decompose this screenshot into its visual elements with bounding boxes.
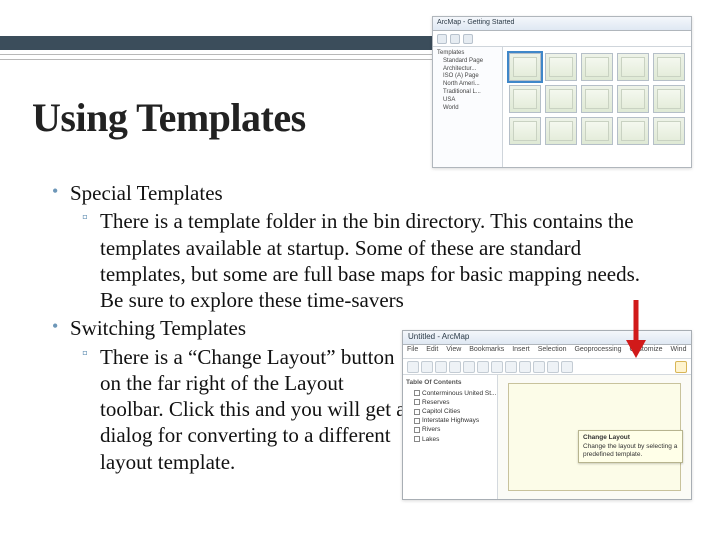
change-layout-button[interactable] <box>675 361 687 373</box>
template-thumb[interactable] <box>581 117 613 145</box>
template-gallery-window: ArcMap - Getting Started Templates Stand… <box>432 16 692 168</box>
arcmap-titlebar: Untitled - ArcMap <box>403 331 691 345</box>
sub-item: There is a template folder in the bin di… <box>70 208 668 313</box>
template-thumb[interactable] <box>617 85 649 113</box>
menu-item[interactable]: Insert <box>512 346 530 353</box>
map-canvas[interactable]: Change Layout Change the layout by selec… <box>498 375 691 499</box>
toolbar-button[interactable] <box>437 34 447 44</box>
gallery-titlebar: ArcMap - Getting Started <box>433 17 691 31</box>
table-of-contents: Table Of Contents Conterminous United St… <box>403 375 498 499</box>
arcmap-menubar: File Edit View Bookmarks Insert Selectio… <box>403 345 691 359</box>
tree-item[interactable]: Traditional L... <box>435 89 500 97</box>
template-thumb[interactable] <box>581 85 613 113</box>
template-thumb[interactable] <box>617 117 649 145</box>
tree-item[interactable]: World <box>435 105 500 113</box>
menu-item[interactable]: Bookmarks <box>469 346 504 353</box>
tree-item[interactable]: North Ameri... <box>435 81 500 89</box>
bullet-special-templates: Special Templates There is a template fo… <box>52 180 668 313</box>
arcmap-window: Untitled - ArcMap File Edit View Bookmar… <box>402 330 692 500</box>
menu-item[interactable]: File <box>407 346 418 353</box>
toolbar-button[interactable] <box>450 34 460 44</box>
template-thumb[interactable] <box>509 53 541 81</box>
layer-item[interactable]: Lakes <box>406 435 494 444</box>
menu-item[interactable]: View <box>446 346 461 353</box>
menu-item[interactable]: Edit <box>426 346 438 353</box>
template-thumb[interactable] <box>653 85 685 113</box>
menu-item[interactable]: Selection <box>538 346 567 353</box>
sub-text: There is a “Change Layout” button on the… <box>100 345 406 474</box>
layer-item[interactable]: Interstate Highways <box>406 416 494 425</box>
template-thumb[interactable] <box>509 85 541 113</box>
tree-item[interactable]: Templates <box>435 50 500 58</box>
tooltip-body: Change the layout by selecting a predefi… <box>583 443 678 459</box>
bullet-label: Special Templates <box>70 181 223 205</box>
layer-item[interactable]: Rivers <box>406 425 494 434</box>
template-thumb[interactable] <box>617 53 649 81</box>
template-thumb[interactable] <box>509 117 541 145</box>
change-layout-tooltip: Change Layout Change the layout by selec… <box>578 430 683 463</box>
gallery-grid <box>503 47 691 167</box>
toolbar-button[interactable] <box>505 361 517 373</box>
layout-toolbar <box>403 359 691 375</box>
toolbar-button[interactable] <box>491 361 503 373</box>
tree-item[interactable]: ISO (A) Page <box>435 73 500 81</box>
toolbar-button[interactable] <box>407 361 419 373</box>
template-thumb[interactable] <box>545 53 577 81</box>
template-thumb[interactable] <box>545 85 577 113</box>
menu-item[interactable]: Customize <box>629 346 662 353</box>
toolbar-button[interactable] <box>463 34 473 44</box>
toolbar-button[interactable] <box>463 361 475 373</box>
layer-item[interactable]: Reserves <box>406 398 494 407</box>
template-thumb[interactable] <box>545 117 577 145</box>
template-thumb[interactable] <box>653 117 685 145</box>
tree-item[interactable]: USA <box>435 97 500 105</box>
toolbar-button[interactable] <box>533 361 545 373</box>
toolbar-button[interactable] <box>477 361 489 373</box>
toolbar-button[interactable] <box>561 361 573 373</box>
toolbar-button[interactable] <box>421 361 433 373</box>
toolbar-button[interactable] <box>435 361 447 373</box>
toolbar-button[interactable] <box>449 361 461 373</box>
template-thumb[interactable] <box>653 53 685 81</box>
data-frame[interactable]: Conterminous United St... <box>406 389 494 398</box>
tooltip-title: Change Layout <box>583 434 678 442</box>
sub-item: There is a “Change Layout” button on the… <box>70 344 410 475</box>
toolbar-button[interactable] <box>547 361 559 373</box>
menu-item[interactable]: Geoprocessing <box>574 346 621 353</box>
sub-text: There is a template folder in the bin di… <box>100 209 640 312</box>
layer-item[interactable]: Capitol Cities <box>406 407 494 416</box>
page-title: Using Templates <box>32 94 306 141</box>
tree-item[interactable]: Standard Page <box>435 58 500 66</box>
gallery-toolbar <box>433 31 691 47</box>
toc-header: Table Of Contents <box>406 378 494 387</box>
toolbar-button[interactable] <box>519 361 531 373</box>
tree-item[interactable]: Architectur... <box>435 66 500 74</box>
menu-item[interactable]: Wind <box>671 346 687 353</box>
gallery-tree: Templates Standard Page Architectur... I… <box>433 47 503 167</box>
bullet-label: Switching Templates <box>70 316 246 340</box>
template-thumb[interactable] <box>581 53 613 81</box>
